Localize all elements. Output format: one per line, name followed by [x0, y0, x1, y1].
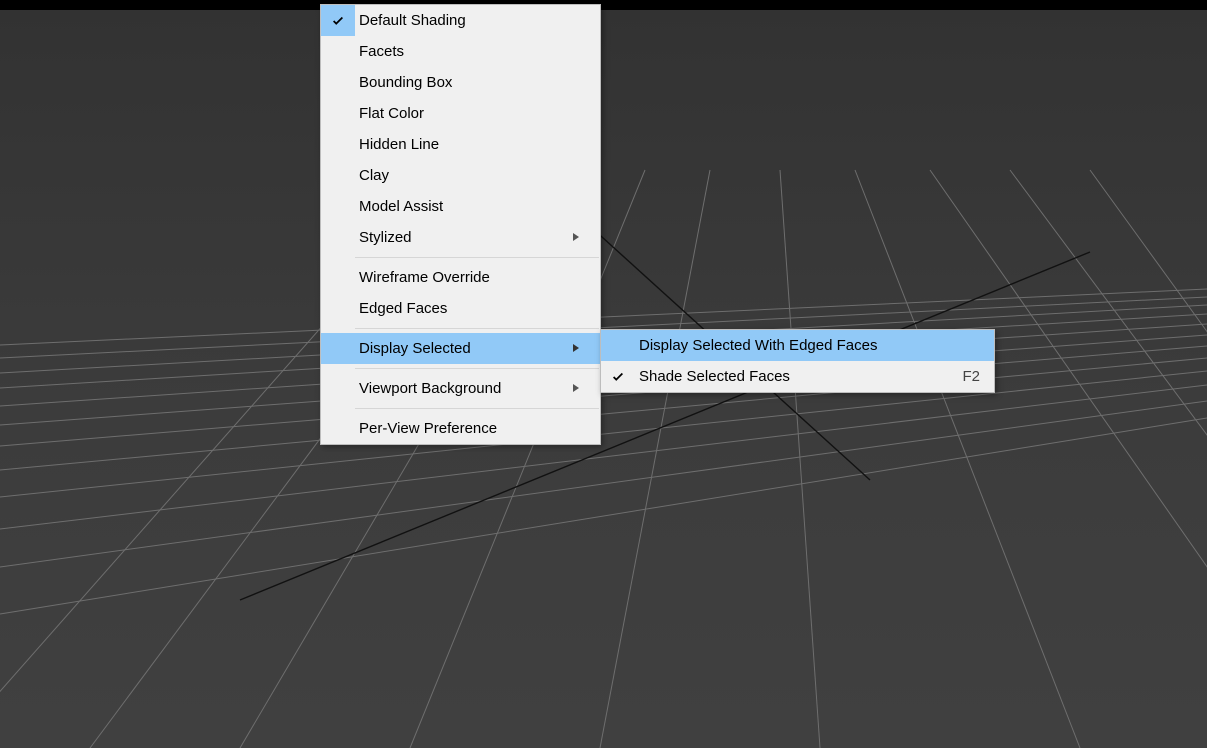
- menu-separator: [355, 257, 599, 258]
- menu-item-per-view-preference[interactable]: Per-View Preference: [321, 413, 600, 444]
- menu-item-default-shading[interactable]: Default Shading: [321, 5, 600, 36]
- check-icon: [321, 5, 355, 36]
- menu-item-stylized[interactable]: Stylized: [321, 222, 600, 253]
- menu-item-display-selected-edged-faces[interactable]: Display Selected With Edged Faces: [601, 330, 994, 361]
- menu-item-label: Facets: [355, 43, 586, 60]
- menu-item-label: Display Selected With Edged Faces: [635, 337, 980, 354]
- menu-item-label: Stylized: [355, 229, 566, 246]
- menu-separator: [355, 368, 599, 369]
- menu-item-viewport-background[interactable]: Viewport Background: [321, 373, 600, 404]
- menu-item-shortcut: F2: [932, 368, 980, 385]
- menu-item-label: Shade Selected Faces: [635, 368, 932, 385]
- menu-item-label: Hidden Line: [355, 136, 586, 153]
- shading-context-menu[interactable]: Default Shading Facets Bounding Box Flat…: [320, 4, 601, 445]
- submenu-arrow-icon: [566, 229, 586, 246]
- submenu-arrow-icon: [566, 340, 586, 357]
- menu-item-label: Per-View Preference: [355, 420, 586, 437]
- menu-item-label: Viewport Background: [355, 380, 566, 397]
- menu-item-bounding-box[interactable]: Bounding Box: [321, 67, 600, 98]
- menu-item-label: Flat Color: [355, 105, 586, 122]
- menu-item-wireframe-override[interactable]: Wireframe Override: [321, 262, 600, 293]
- display-selected-submenu[interactable]: Display Selected With Edged Faces Shade …: [600, 329, 995, 393]
- submenu-arrow-icon: [566, 380, 586, 397]
- menu-item-shade-selected-faces[interactable]: Shade Selected Faces F2: [601, 361, 994, 392]
- menu-item-label: Bounding Box: [355, 74, 586, 91]
- menu-item-label: Default Shading: [355, 12, 586, 29]
- menu-item-clay[interactable]: Clay: [321, 160, 600, 191]
- menu-separator: [355, 328, 599, 329]
- menu-item-label: Model Assist: [355, 198, 586, 215]
- menu-item-label: Clay: [355, 167, 586, 184]
- menu-item-label: Display Selected: [355, 340, 566, 357]
- menu-item-label: Edged Faces: [355, 300, 586, 317]
- menu-separator: [355, 408, 599, 409]
- menu-item-model-assist[interactable]: Model Assist: [321, 191, 600, 222]
- menu-item-facets[interactable]: Facets: [321, 36, 600, 67]
- menu-item-edged-faces[interactable]: Edged Faces: [321, 293, 600, 324]
- check-icon: [601, 361, 635, 392]
- menu-item-flat-color[interactable]: Flat Color: [321, 98, 600, 129]
- menu-item-hidden-line[interactable]: Hidden Line: [321, 129, 600, 160]
- top-bar: [0, 0, 1207, 10]
- menu-item-display-selected[interactable]: Display Selected: [321, 333, 600, 364]
- menu-item-label: Wireframe Override: [355, 269, 586, 286]
